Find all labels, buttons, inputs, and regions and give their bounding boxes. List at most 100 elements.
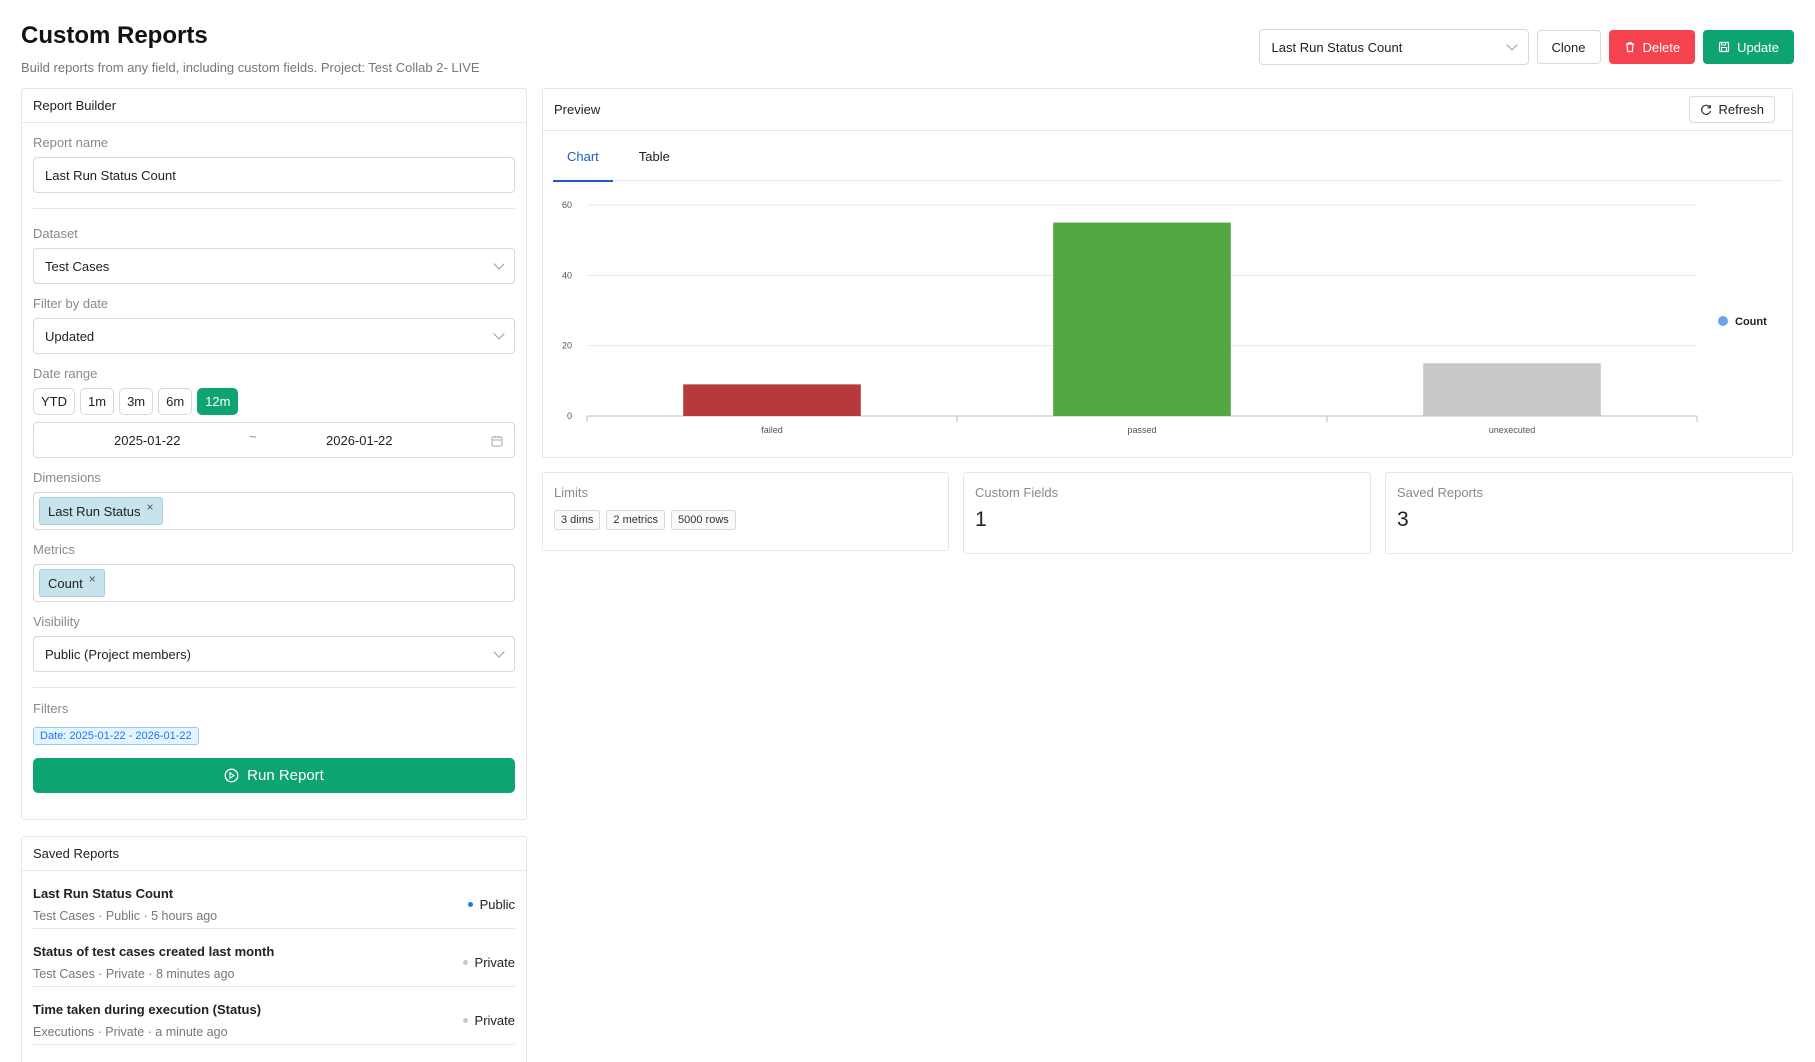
metric-tag-label: Count bbox=[48, 575, 83, 591]
save-icon bbox=[1718, 41, 1730, 53]
y-tick-label: 0 bbox=[567, 411, 572, 421]
saved-report-visibility: Public bbox=[467, 897, 515, 912]
dimensions-select[interactable]: Last Run Status × bbox=[33, 492, 515, 530]
report-select[interactable]: Last Run Status Count bbox=[1258, 29, 1529, 65]
preset-3m[interactable]: 3m bbox=[119, 388, 154, 415]
saved-report-meta: Test Cases · Private · 8 minutes ago bbox=[33, 967, 235, 981]
preset-1m[interactable]: 1m bbox=[80, 388, 115, 415]
clone-button[interactable]: Clone bbox=[1536, 30, 1601, 64]
saved-report-meta: Executions · Private · a minute ago bbox=[33, 1025, 228, 1039]
visibility-text: Private bbox=[474, 955, 515, 970]
header-actions: Last Run Status Count Clone Delete Updat… bbox=[1258, 29, 1794, 65]
report-select-value: Last Run Status Count bbox=[1271, 39, 1403, 55]
saved-reports-card: Saved Reports 3 bbox=[1385, 472, 1793, 554]
date-end: 2026-01-22 bbox=[326, 432, 393, 448]
saved-report-meta: Test Cases · Public · 5 hours ago bbox=[33, 909, 218, 923]
page-title: Custom Reports bbox=[21, 22, 208, 49]
dataset-select[interactable]: Test Cases bbox=[33, 248, 515, 284]
date-range-picker[interactable]: 2025-01-22 ~ 2026-01-22 bbox=[33, 422, 515, 458]
chevron-down-icon bbox=[493, 328, 505, 340]
play-circle-icon bbox=[224, 768, 239, 783]
visibility-value: Public (Project members) bbox=[45, 646, 191, 662]
status-dot bbox=[467, 902, 473, 907]
filter-date-value: Updated bbox=[45, 328, 95, 344]
chevron-down-icon bbox=[1505, 39, 1518, 51]
saved-report-visibility: Private bbox=[462, 955, 515, 970]
saved-report-name: Status of test cases created last month bbox=[33, 944, 275, 959]
metrics-select[interactable]: Count × bbox=[33, 564, 515, 602]
saved-reports-card-label: Saved Reports bbox=[1397, 485, 1483, 500]
status-dot bbox=[462, 1018, 468, 1023]
clone-label: Clone bbox=[1551, 39, 1586, 55]
report-builder-panel: Report Builder Report name Last Run Stat… bbox=[21, 88, 527, 820]
visibility-select[interactable]: Public (Project members) bbox=[33, 636, 515, 672]
filter-date-select[interactable]: Updated bbox=[33, 318, 515, 354]
saved-reports-value: 3 bbox=[1397, 508, 1409, 531]
dataset-label: Dataset bbox=[33, 226, 78, 241]
metrics-label: Metrics bbox=[33, 542, 75, 557]
saved-reports-panel: Saved Reports Last Run Status Count Test… bbox=[21, 836, 527, 1062]
preset-6m[interactable]: 6m bbox=[158, 388, 193, 415]
limit-tag-metrics: 2 metrics bbox=[606, 510, 666, 530]
report-name-value: Last Run Status Count bbox=[45, 167, 176, 183]
list-item[interactable]: Last Run Status Count Test Cases · Publi… bbox=[33, 871, 515, 929]
visibility-text: Private bbox=[474, 1013, 515, 1028]
dimensions-label: Dimensions bbox=[33, 470, 101, 485]
page-header: Custom Reports Build reports from any fi… bbox=[21, 22, 480, 75]
limit-tag-dims: 3 dims bbox=[554, 510, 601, 530]
dataset-value: Test Cases bbox=[45, 258, 110, 274]
close-icon[interactable]: × bbox=[147, 500, 154, 514]
delete-label: Delete bbox=[1642, 39, 1681, 55]
metric-tag: Count × bbox=[39, 569, 105, 597]
y-tick-label: 40 bbox=[562, 270, 572, 280]
chart-bar bbox=[1053, 222, 1231, 416]
date-separator: ~ bbox=[249, 429, 257, 444]
filter-chip[interactable]: Date: 2025-01-22 - 2026-01-22 bbox=[33, 727, 199, 745]
limits-card: Limits 3 dims 2 metrics 5000 rows bbox=[542, 472, 949, 551]
limit-tag-rows: 5000 rows bbox=[671, 510, 736, 530]
preview-panel: Preview Refresh Chart Table 0 20 40 60 faile… bbox=[542, 88, 1793, 458]
bar-chart: 0 20 40 60 failed passed unexecuted Count bbox=[562, 200, 1767, 435]
calendar-icon bbox=[491, 436, 503, 447]
chevron-down-icon bbox=[493, 258, 505, 270]
preset-12m[interactable]: 12m bbox=[197, 388, 239, 415]
y-tick-label: 20 bbox=[562, 341, 572, 351]
filters-area: Date: 2025-01-22 - 2026-01-22 bbox=[33, 726, 515, 745]
y-tick-label: 60 bbox=[562, 200, 572, 210]
dimension-tag-label: Last Run Status bbox=[48, 503, 141, 519]
list-item[interactable]: Status of test cases created last month … bbox=[33, 929, 515, 987]
legend-marker bbox=[1718, 316, 1728, 326]
preset-ytd[interactable]: YTD bbox=[33, 388, 75, 415]
date-presets: YTD 1m 3m 6m 12m bbox=[33, 388, 515, 415]
run-report-button[interactable]: Run Report bbox=[33, 758, 515, 793]
custom-fields-card: Custom Fields 1 bbox=[963, 472, 1371, 554]
visibility-label: Visibility bbox=[33, 614, 80, 629]
page-subtitle: Build reports from any field, including … bbox=[21, 60, 480, 75]
limit-tags: 3 dims 2 metrics 5000 rows bbox=[554, 510, 937, 530]
report-name-input[interactable]: Last Run Status Count bbox=[33, 157, 515, 193]
date-range-label: Date range bbox=[33, 366, 98, 381]
x-tick-label: unexecuted bbox=[1489, 425, 1536, 435]
filter-date-label: Filter by date bbox=[33, 296, 109, 311]
custom-fields-value: 1 bbox=[975, 508, 987, 531]
saved-report-visibility: Private bbox=[462, 1013, 515, 1028]
run-report-label: Run Report bbox=[247, 767, 324, 784]
report-name-label: Report name bbox=[33, 135, 109, 150]
date-start: 2025-01-22 bbox=[114, 432, 181, 448]
status-dot bbox=[462, 960, 468, 965]
chart-bar bbox=[1423, 363, 1601, 416]
report-builder-title: Report Builder bbox=[22, 89, 526, 123]
divider bbox=[33, 687, 515, 688]
saved-report-name: Last Run Status Count bbox=[33, 886, 174, 901]
saved-reports-title: Saved Reports bbox=[22, 837, 526, 871]
close-icon[interactable]: × bbox=[89, 572, 96, 586]
chevron-down-icon bbox=[493, 646, 505, 658]
limits-label: Limits bbox=[554, 485, 588, 500]
list-item[interactable]: Time taken during execution (Status) Exe… bbox=[33, 987, 515, 1045]
update-button[interactable]: Update bbox=[1703, 30, 1794, 64]
custom-fields-label: Custom Fields bbox=[975, 485, 1059, 500]
x-tick-label: passed bbox=[1127, 425, 1156, 435]
delete-button[interactable]: Delete bbox=[1608, 30, 1696, 64]
divider bbox=[33, 208, 515, 209]
chart-bar bbox=[683, 384, 861, 416]
